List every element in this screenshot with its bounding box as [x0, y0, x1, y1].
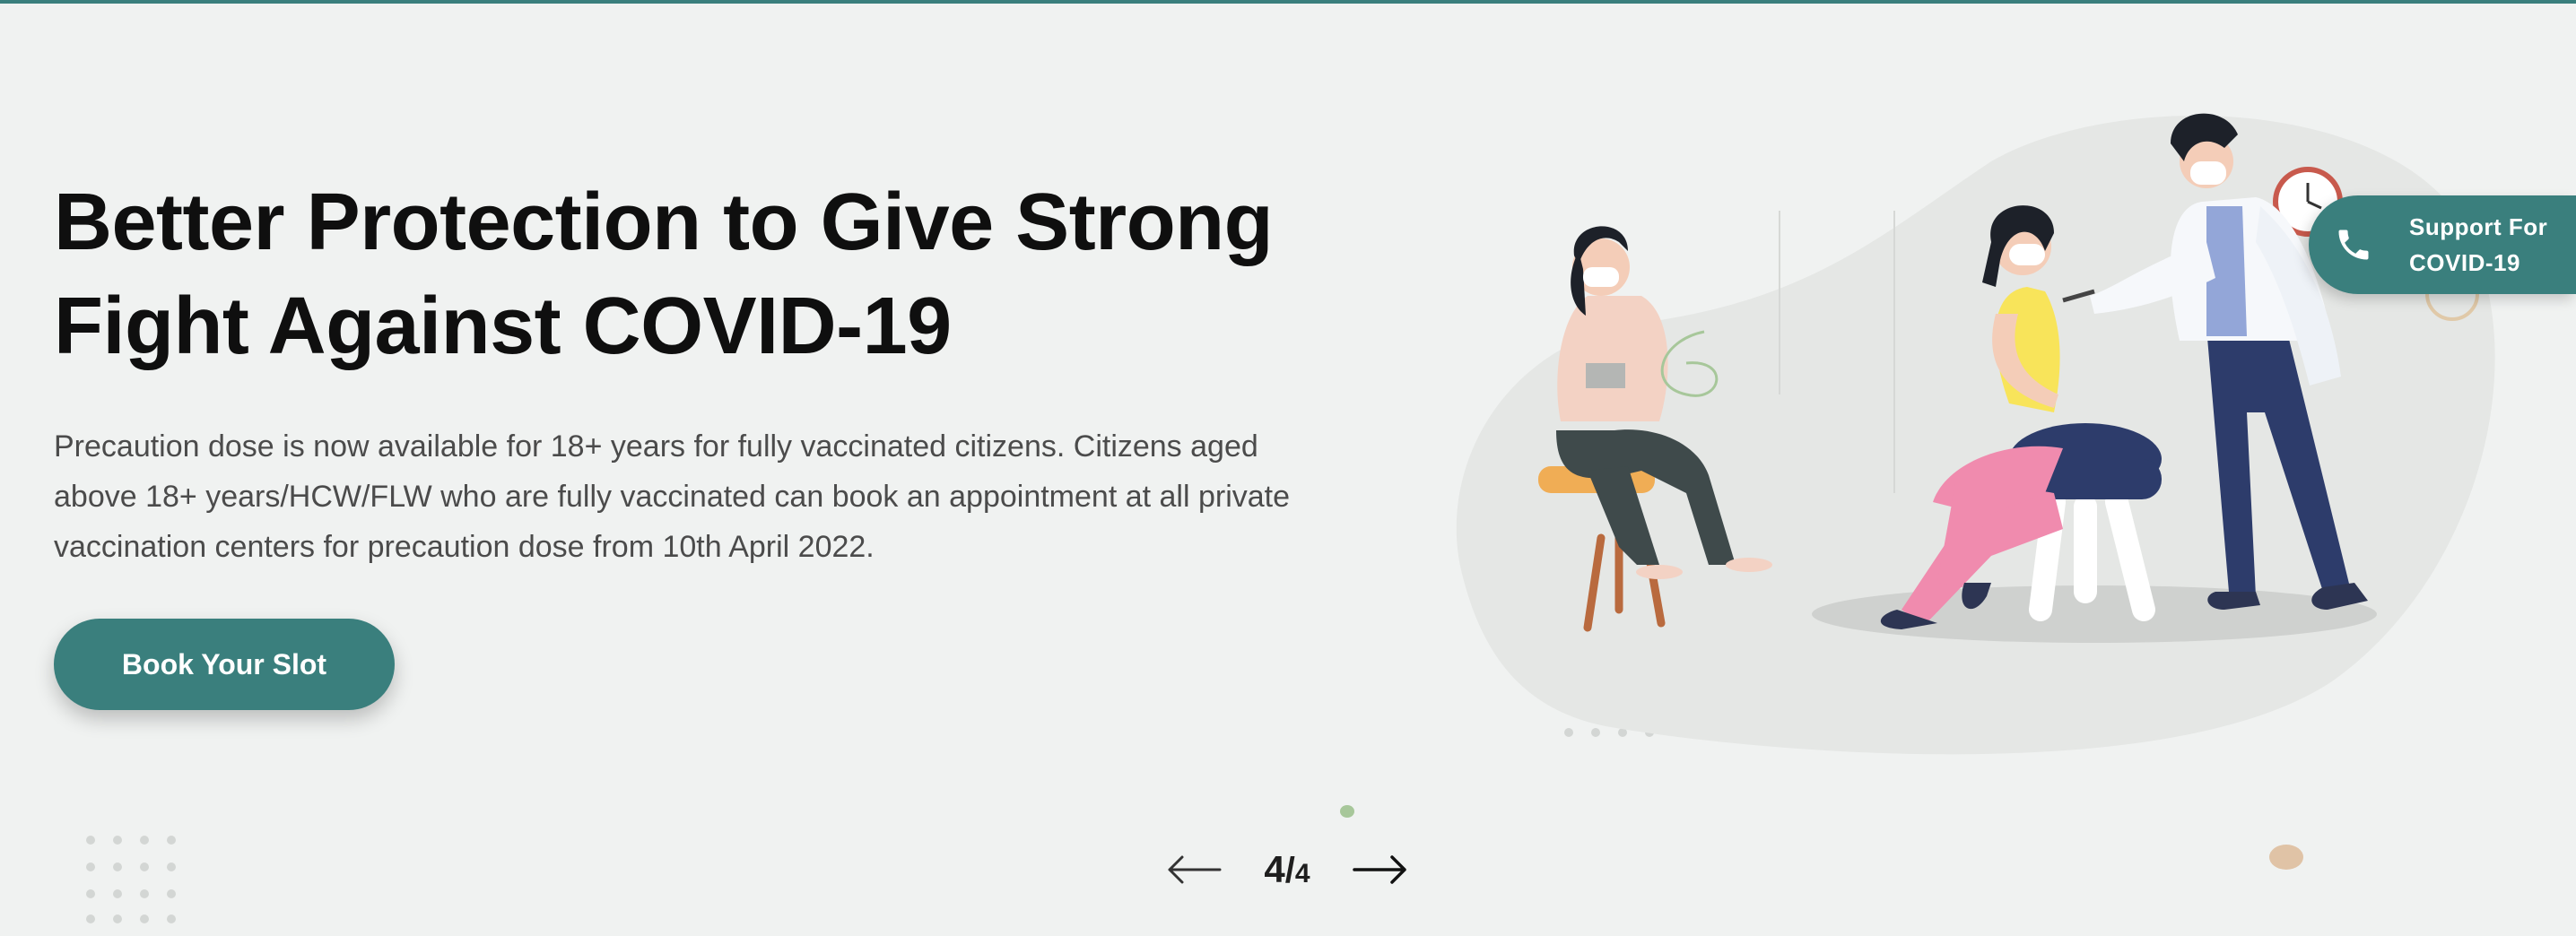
slide-separator: / — [1284, 851, 1295, 890]
slider-pager: 4/4 — [1166, 834, 1408, 906]
decorative-beige-dot — [2269, 845, 2303, 870]
slide-counter: 4/4 — [1264, 848, 1310, 891]
book-your-slot-button[interactable]: Book Your Slot — [54, 619, 395, 710]
arrow-right-icon[interactable] — [1353, 852, 1408, 888]
slide-current: 4 — [1264, 848, 1285, 890]
hero-title-line-1: Better Protection to Give Strong — [54, 178, 1274, 267]
support-label-line-1: Support For — [2409, 213, 2548, 240]
arrow-left-icon[interactable] — [1166, 852, 1222, 888]
support-for-covid-button[interactable]: Support For COVID-19 — [2309, 195, 2576, 294]
phone-icon — [2338, 230, 2369, 260]
hero-title-line-2: Fight Against COVID-19 — [54, 282, 952, 371]
top-accent-line — [0, 0, 2576, 4]
decorative-green-dot — [1340, 805, 1354, 818]
decorative-dot-grid-left — [86, 836, 185, 925]
support-label-line-2: COVID-19 — [2409, 249, 2520, 276]
support-label: Support For COVID-19 — [2409, 209, 2547, 281]
hero-title: Better Protection to Give Strong Fight A… — [54, 170, 1310, 378]
slide-total: 4 — [1294, 859, 1310, 888]
hero-description: Precaution dose is now available for 18+… — [54, 429, 1291, 564]
